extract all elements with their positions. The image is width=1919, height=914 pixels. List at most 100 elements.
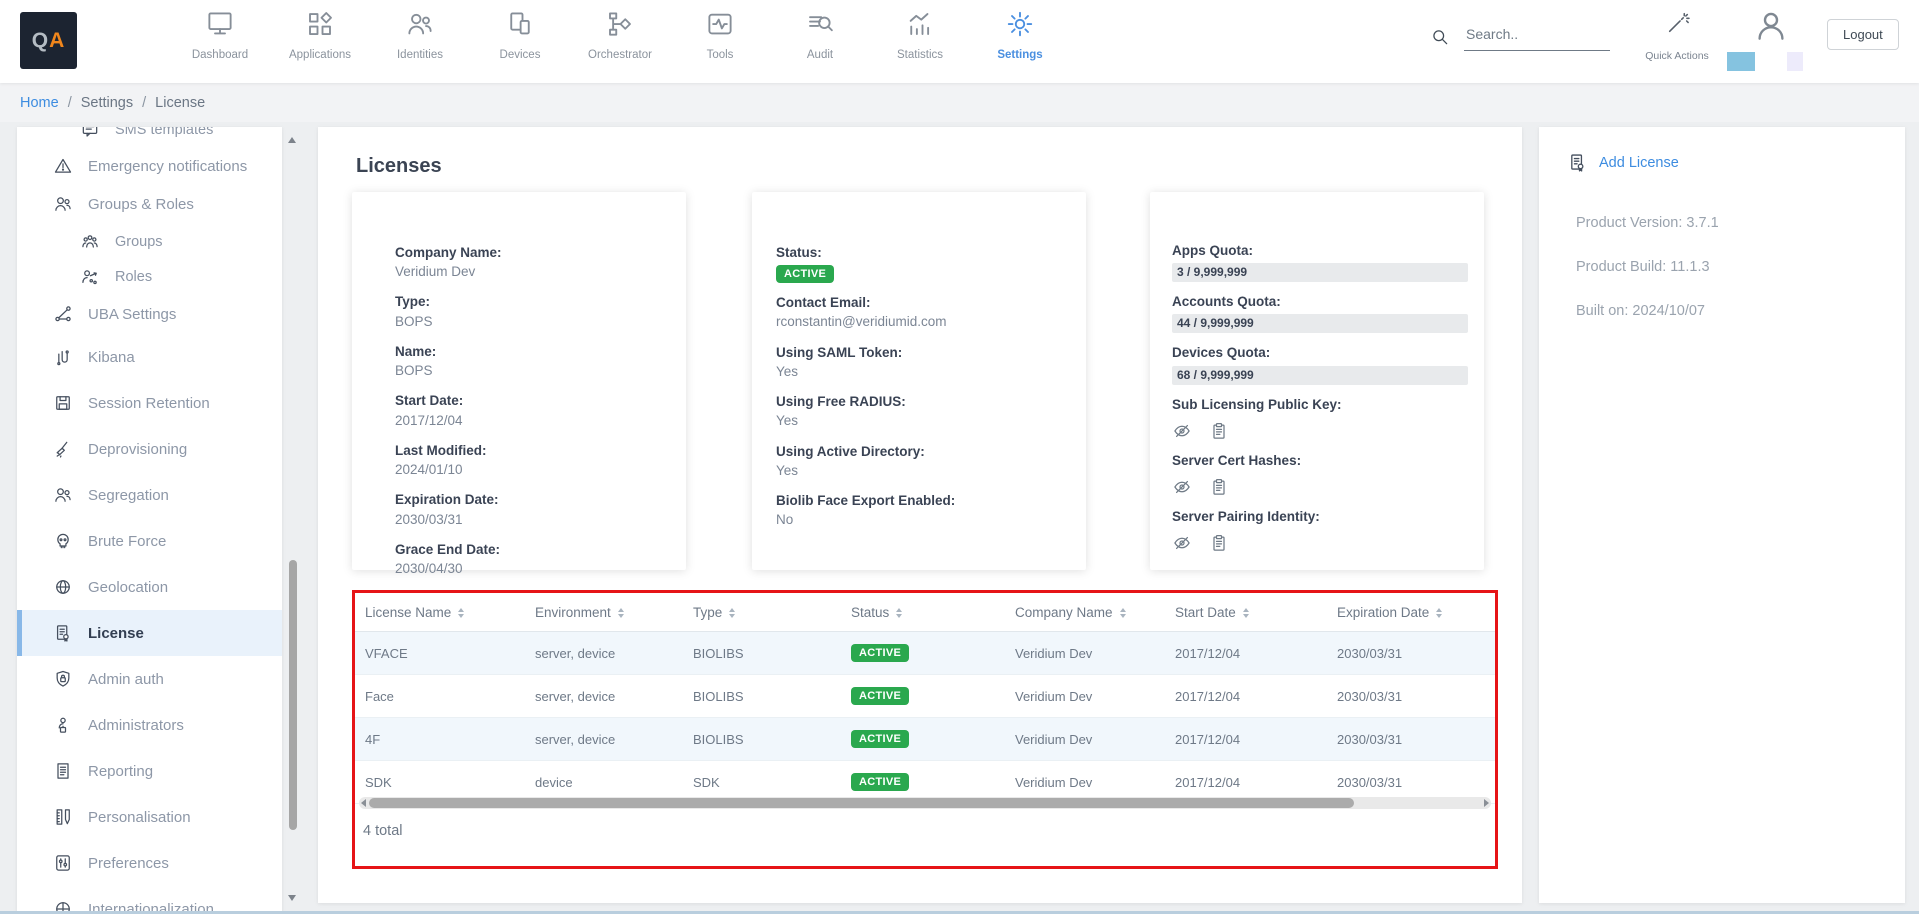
breadcrumb-item-settings[interactable]: Settings	[81, 95, 133, 111]
nav-item-applications[interactable]: Applications	[270, 9, 370, 61]
sidebar-item-deprovisioning[interactable]: Deprovisioning	[17, 426, 282, 472]
sidebar-item-label: Administrators	[88, 717, 184, 734]
column-header-label: Expiration Date	[1337, 605, 1429, 620]
column-header-label: Environment	[535, 605, 611, 620]
table-horizontal-scrollbar[interactable]	[359, 797, 1491, 809]
sidebar-item-admin-auth[interactable]: Admin auth	[17, 656, 282, 702]
field-label: Last Modified:	[395, 442, 666, 460]
sidebar-scrollbar[interactable]	[286, 127, 300, 911]
field-label: Company Name:	[395, 244, 666, 262]
eye-off-icon[interactable]	[1172, 421, 1192, 441]
sidebar-item-session-retention[interactable]: Session Retention	[17, 380, 282, 426]
search-input[interactable]	[1464, 22, 1610, 51]
table-scrollbar-thumb[interactable]	[369, 798, 1354, 808]
sidebar-item-kibana[interactable]: Kibana	[17, 334, 282, 380]
sidebar-item-segregation[interactable]: Segregation	[17, 472, 282, 518]
quick-actions-button[interactable]: Quick Actions	[1642, 11, 1712, 62]
clipboard-icon[interactable]	[1209, 533, 1229, 553]
field-label: Biolib Face Export Enabled:	[776, 492, 1066, 510]
sidebar-item-groups-roles[interactable]: Groups & Roles	[17, 184, 282, 224]
roles-icon	[80, 267, 100, 287]
sidebar-item-label: Admin auth	[88, 671, 164, 688]
nav-item-statistics[interactable]: Statistics	[870, 9, 970, 61]
add-license-button[interactable]: Add License	[1567, 152, 1905, 173]
column-header-environment[interactable]: Environment	[525, 593, 683, 632]
search-icon	[1430, 27, 1450, 51]
column-header-status[interactable]: Status	[841, 593, 1005, 632]
user-avatar[interactable]	[1752, 7, 1790, 50]
nav-item-settings[interactable]: Settings	[970, 9, 1070, 61]
column-header-label: Type	[693, 605, 722, 620]
field-value: 2030/03/31	[395, 510, 666, 530]
field-value: BOPS	[395, 361, 666, 381]
right-panel: Add License Product Version: 3.7.1Produc…	[1539, 127, 1905, 903]
sidebar-item-sms-templates[interactable]: SMS templates	[17, 127, 282, 148]
sidebar-item-emergency-notifications[interactable]: Emergency notifications	[17, 148, 282, 184]
nav-item-dashboard[interactable]: Dashboard	[170, 9, 270, 61]
table-row-4f[interactable]: 4Fserver, deviceBIOLIBSACTIVEVeridium De…	[355, 718, 1495, 761]
license-status-card: Status:ACTIVEContact Email:rconstantin@v…	[752, 192, 1086, 570]
sidebar-item-label: Geolocation	[88, 579, 168, 596]
color-swatch-lavender	[1787, 52, 1803, 71]
column-header-type[interactable]: Type	[683, 593, 841, 632]
logout-button[interactable]: Logout	[1827, 19, 1899, 50]
sidebar-item-uba-settings[interactable]: UBA Settings	[17, 294, 282, 334]
field-value: Yes	[776, 461, 1066, 481]
sidebar-item-roles[interactable]: Roles	[17, 260, 282, 294]
sidebar-scrollbar-thumb[interactable]	[289, 560, 297, 830]
breadcrumb-item-home[interactable]: Home	[20, 95, 59, 111]
eye-off-icon[interactable]	[1172, 533, 1192, 553]
nav-item-tools[interactable]: Tools	[670, 9, 770, 61]
wand-icon	[1665, 11, 1690, 36]
field-label: Accounts Quota:	[1172, 293, 1464, 311]
main-nav: DashboardApplicationsIdentitiesDevicesOr…	[170, 9, 1070, 61]
sidebar-item-personalisation[interactable]: Personalisation	[17, 794, 282, 840]
scroll-down-arrow-icon[interactable]	[288, 895, 296, 901]
field-label: Contact Email:	[776, 294, 1066, 312]
scroll-left-arrow-icon[interactable]	[361, 799, 366, 807]
quota-bar: 68 / 9,999,999	[1172, 366, 1468, 385]
sidebar-item-reporting[interactable]: Reporting	[17, 748, 282, 794]
field-expiration-date: Expiration Date:2030/03/31	[395, 491, 666, 529]
ruler-icon	[53, 807, 73, 827]
field-name: Name:BOPS	[395, 343, 666, 381]
pulse-icon	[705, 9, 735, 39]
breadcrumb: Home/Settings/License	[0, 83, 1919, 122]
column-header-start-date[interactable]: Start Date	[1165, 593, 1327, 632]
product-info-line: Product Version: 3.7.1	[1576, 215, 1905, 231]
eye-off-icon[interactable]	[1172, 477, 1192, 497]
sidebar-item-geolocation[interactable]: Geolocation	[17, 564, 282, 610]
nav-item-identities[interactable]: Identities	[370, 9, 470, 61]
cell-company-name: Veridium Dev	[1005, 675, 1165, 718]
clipboard-icon[interactable]	[1209, 421, 1229, 441]
nav-item-audit[interactable]: Audit	[770, 9, 870, 61]
secret-actions	[1172, 421, 1464, 441]
nav-item-orchestrator[interactable]: Orchestrator	[570, 9, 670, 61]
scroll-right-arrow-icon[interactable]	[1484, 799, 1489, 807]
field-biolib-face-export-enabled: Biolib Face Export Enabled:No	[776, 492, 1066, 530]
license-icon	[53, 623, 73, 643]
cell-environment: server, device	[525, 718, 683, 761]
sidebar-item-preferences[interactable]: Preferences	[17, 840, 282, 886]
scroll-up-arrow-icon[interactable]	[288, 137, 296, 143]
column-header-license-name[interactable]: License Name	[355, 593, 525, 632]
sidebar-item-license[interactable]: License	[17, 610, 282, 656]
sidebar-item-label: Personalisation	[88, 809, 191, 826]
sidebar-item-label: Emergency notifications	[88, 158, 247, 175]
top-navigation-bar: QA DashboardApplicationsIdentitiesDevice…	[0, 0, 1919, 83]
clipboard-icon[interactable]	[1209, 477, 1229, 497]
breadcrumb-item-license: License	[155, 95, 205, 111]
sidebar-item-administrators[interactable]: Administrators	[17, 702, 282, 748]
sidebar-item-brute-force[interactable]: Brute Force	[17, 518, 282, 564]
table-row-face[interactable]: Faceserver, deviceBIOLIBSACTIVEVeridium …	[355, 675, 1495, 718]
column-header-expiration-date[interactable]: Expiration Date	[1327, 593, 1495, 632]
nav-item-devices[interactable]: Devices	[470, 9, 570, 61]
sidebar-item-internationalization[interactable]: Internationalization	[17, 886, 282, 914]
table-row-vface[interactable]: VFACEserver, deviceBIOLIBSACTIVEVeridium…	[355, 632, 1495, 675]
licenses-table-highlight-box: License Name Environment Type StatusCompany…	[352, 590, 1498, 869]
sort-icon	[458, 608, 464, 618]
field-label: Grace End Date:	[395, 541, 666, 559]
field-label: Devices Quota:	[1172, 344, 1464, 362]
column-header-company-name[interactable]: Company Name	[1005, 593, 1165, 632]
sidebar-item-groups[interactable]: Groups	[17, 224, 282, 260]
